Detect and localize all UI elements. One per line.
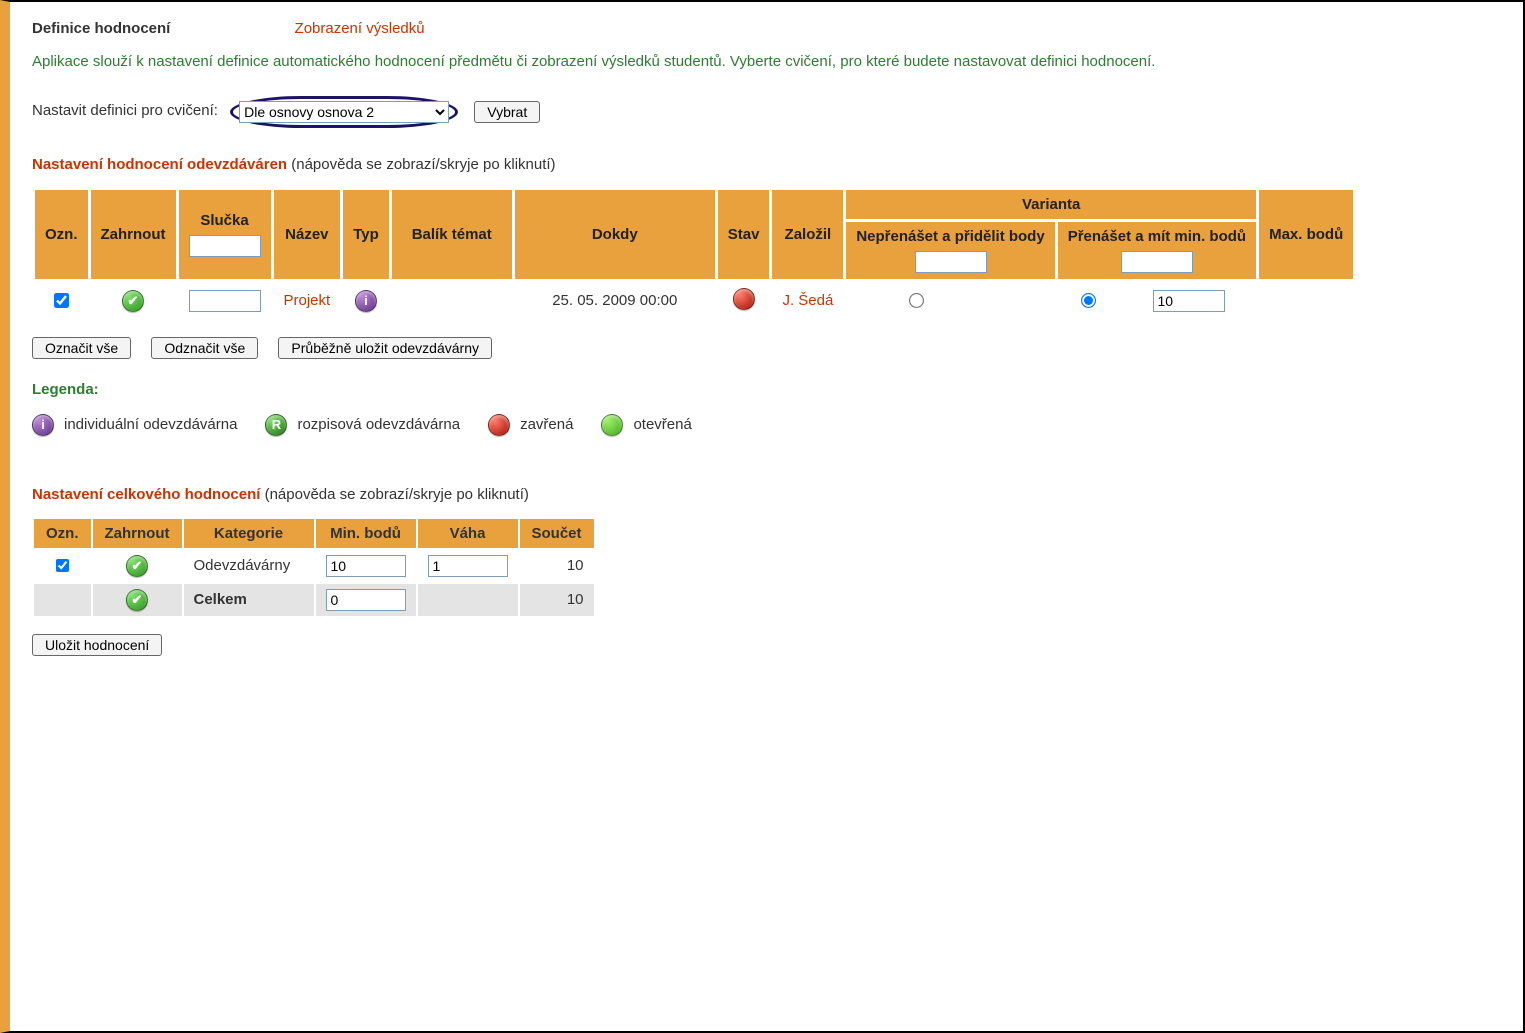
section2-hint: (nápověda se zobrazí/skryje po kliknutí)	[265, 486, 529, 503]
section2-title[interactable]: Nastavení celkového hodnocení	[32, 486, 260, 503]
closed-status-icon	[733, 288, 755, 310]
legend-closed: zavřená	[520, 416, 573, 433]
g2-col-min: Min. bodů	[316, 519, 416, 548]
section1-hint: (nápověda se zobrazí/skryje po kliknutí)	[291, 156, 555, 173]
col-max: Max. bodů	[1259, 190, 1353, 279]
g2-row1-min-input[interactable]	[326, 555, 406, 577]
tab-definition[interactable]: Definice hodnocení	[32, 20, 170, 37]
col-slucka: Slučka	[179, 190, 271, 279]
g2-col-soucet: Součet	[520, 519, 594, 548]
col-varianta: Varianta	[846, 190, 1256, 219]
section1-title[interactable]: Nastavení hodnocení odevzdáváren	[32, 156, 287, 173]
col-nazev: Název	[274, 190, 341, 279]
g2-col-zahrnout: Zahrnout	[93, 519, 182, 548]
row-zalozil-link[interactable]: J. Šedá	[782, 292, 833, 309]
open-icon	[601, 414, 623, 436]
select-all-button[interactable]: Označit vše	[32, 337, 131, 359]
individual-icon: i	[32, 414, 54, 436]
var-b-header-input[interactable]	[1121, 251, 1193, 273]
g2-row1-ozn-checkbox[interactable]	[56, 559, 69, 572]
col-zahrnout: Zahrnout	[91, 190, 176, 279]
select-exercise-button[interactable]: Vybrat	[474, 101, 540, 123]
col-var-a: Nepřenášet a přidělit body	[846, 222, 1054, 279]
var-a-header-input[interactable]	[915, 251, 987, 273]
row-slucka-input[interactable]	[189, 290, 261, 312]
variant-b-value-input[interactable]	[1153, 290, 1225, 312]
g2-row2-soucet: 10	[520, 584, 594, 616]
row-nazev-link[interactable]: Projekt	[284, 292, 331, 309]
info-icon: i	[355, 290, 377, 312]
check-circle-icon: ✔	[126, 555, 148, 577]
col-dokdy: Dokdy	[515, 190, 715, 279]
col-typ: Typ	[343, 190, 389, 279]
g2-row1-soucet: 10	[520, 550, 594, 582]
legend-rozpisova: rozpisová odevzdávárna	[297, 416, 460, 433]
rozpisova-icon: R	[265, 414, 287, 436]
exercise-select[interactable]: Dle osnovy osnova 2	[239, 101, 449, 123]
row-dokdy: 25. 05. 2009 00:00	[515, 282, 715, 320]
col-ozn: Ozn.	[35, 190, 88, 279]
g2-col-vaha: Váha	[418, 519, 518, 548]
legend-row: i individuální odevzdávárna R rozpisová …	[32, 414, 1501, 436]
col-stav: Stav	[718, 190, 770, 279]
col-slucka-label: Slučka	[189, 212, 261, 229]
row-ozn-checkbox[interactable]	[54, 293, 69, 308]
legend-title: Legenda:	[32, 381, 1501, 398]
odevzdavarny-table: Ozn. Zahrnout Slučka Název Typ Balík tém…	[32, 187, 1356, 323]
legend-individual: individuální odevzdávárna	[64, 416, 237, 433]
deselect-all-button[interactable]: Odznačit vše	[151, 337, 258, 359]
intro-text: Aplikace slouží k nastavení definice aut…	[32, 51, 1501, 74]
legend-open: otevřená	[633, 416, 691, 433]
exercise-select-oval: Dle osnovy osnova 2	[230, 96, 458, 128]
celkove-table: Ozn. Zahrnout Kategorie Min. bodů Váha S…	[32, 517, 596, 618]
col-var-a-label: Nepřenášet a přidělit body	[856, 228, 1044, 245]
table-row-sum: ✔ Celkem 10	[34, 584, 594, 616]
tab-results[interactable]: Zobrazení výsledků	[295, 20, 425, 37]
exercise-select-label: Nastavit definici pro cvičení:	[32, 102, 218, 119]
g2-row1-kategorie: Odevzdávárny	[184, 550, 314, 582]
check-circle-icon: ✔	[126, 589, 148, 611]
col-balik: Balík témat	[392, 190, 512, 279]
slucka-filter-input[interactable]	[189, 235, 261, 257]
check-circle-icon: ✔	[122, 290, 144, 312]
closed-icon	[488, 414, 510, 436]
variant-b-radio[interactable]	[1081, 293, 1096, 308]
g2-row2-kategorie: Celkem	[184, 584, 314, 616]
g2-row2-min-input[interactable]	[326, 589, 406, 611]
col-zalozil: Založil	[772, 190, 843, 279]
col-var-b-label: Přenášet a mít min. bodů	[1068, 228, 1246, 245]
col-var-b: Přenášet a mít min. bodů	[1058, 222, 1256, 279]
table-row: ✔ Projekt i 25. 05. 2009 00:00 J. Šedá	[35, 282, 1353, 320]
save-odevzdavarny-button[interactable]: Průběžně uložit odevzdávárny	[278, 337, 492, 359]
g2-row1-vaha-input[interactable]	[428, 555, 508, 577]
g2-col-ozn: Ozn.	[34, 519, 91, 548]
save-hodnoceni-button[interactable]: Uložit hodnocení	[32, 634, 162, 656]
variant-a-radio[interactable]	[909, 293, 924, 308]
table-row: ✔ Odevzdávárny 10	[34, 550, 594, 582]
g2-col-kategorie: Kategorie	[184, 519, 314, 548]
